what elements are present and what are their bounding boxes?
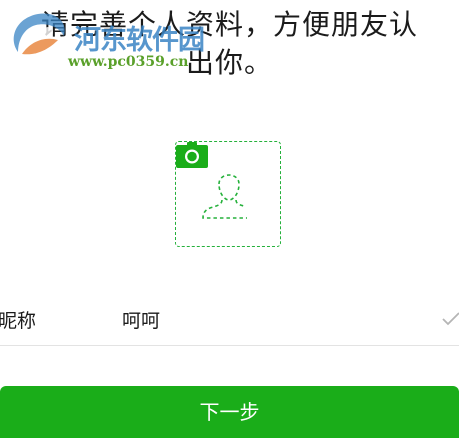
nickname-row: 昵称 呵呵 — [0, 292, 459, 346]
page-title-line-1: 请完善个人资料，方便朋友认 — [40, 8, 418, 41]
next-step-label: 下一步 — [199, 400, 260, 424]
page-title: 请完善个人资料，方便朋友认 出你。 — [0, 6, 459, 82]
nickname-label: 昵称 — [0, 310, 37, 332]
page-title-line-2: 出你。 — [185, 46, 273, 79]
camera-icon — [176, 142, 208, 168]
next-step-button[interactable]: 下一步 — [0, 386, 459, 438]
nickname-input[interactable]: 呵呵 — [122, 306, 160, 333]
avatar-upload[interactable] — [175, 141, 281, 247]
profile-setup-screen: 请完善个人资料，方便朋友认 出你。 河东软件园 www.pc0359.cn 昵称 — [0, 0, 459, 438]
check-icon — [442, 312, 459, 326]
